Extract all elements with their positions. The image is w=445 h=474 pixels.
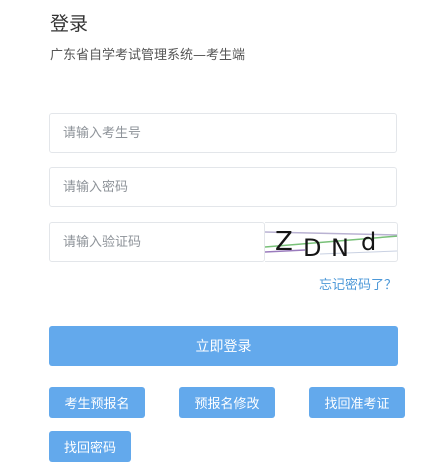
forgot-password-link[interactable]: 忘记密码了？ (319, 278, 397, 294)
page-title: 登录 (50, 13, 89, 35)
student-id-field[interactable] (49, 113, 397, 153)
captcha-char-4: d (361, 228, 376, 256)
retrieve-password-button[interactable]: 找回密码 (49, 431, 131, 462)
captcha-input[interactable] (50, 223, 264, 261)
captcha-char-3: N (331, 234, 349, 262)
password-input[interactable] (50, 168, 396, 206)
student-id-input[interactable] (50, 114, 396, 152)
captcha-field[interactable] (49, 222, 265, 262)
pre-register-button[interactable]: 考生预报名 (49, 387, 145, 418)
login-button[interactable]: 立即登录 (49, 326, 398, 366)
captcha-image[interactable]: Z D N d (265, 222, 398, 262)
captcha-char-1: Z (275, 227, 293, 257)
password-field[interactable] (49, 167, 397, 207)
retrieve-admission-ticket-button[interactable]: 找回准考证 (309, 387, 405, 418)
captcha-char-2: D (303, 234, 321, 262)
modify-pre-register-button[interactable]: 预报名修改 (179, 387, 275, 418)
page-subtitle: 广东省自学考试管理系统—考生端 (50, 48, 246, 63)
captcha-graphic: Z D N d (265, 227, 397, 262)
